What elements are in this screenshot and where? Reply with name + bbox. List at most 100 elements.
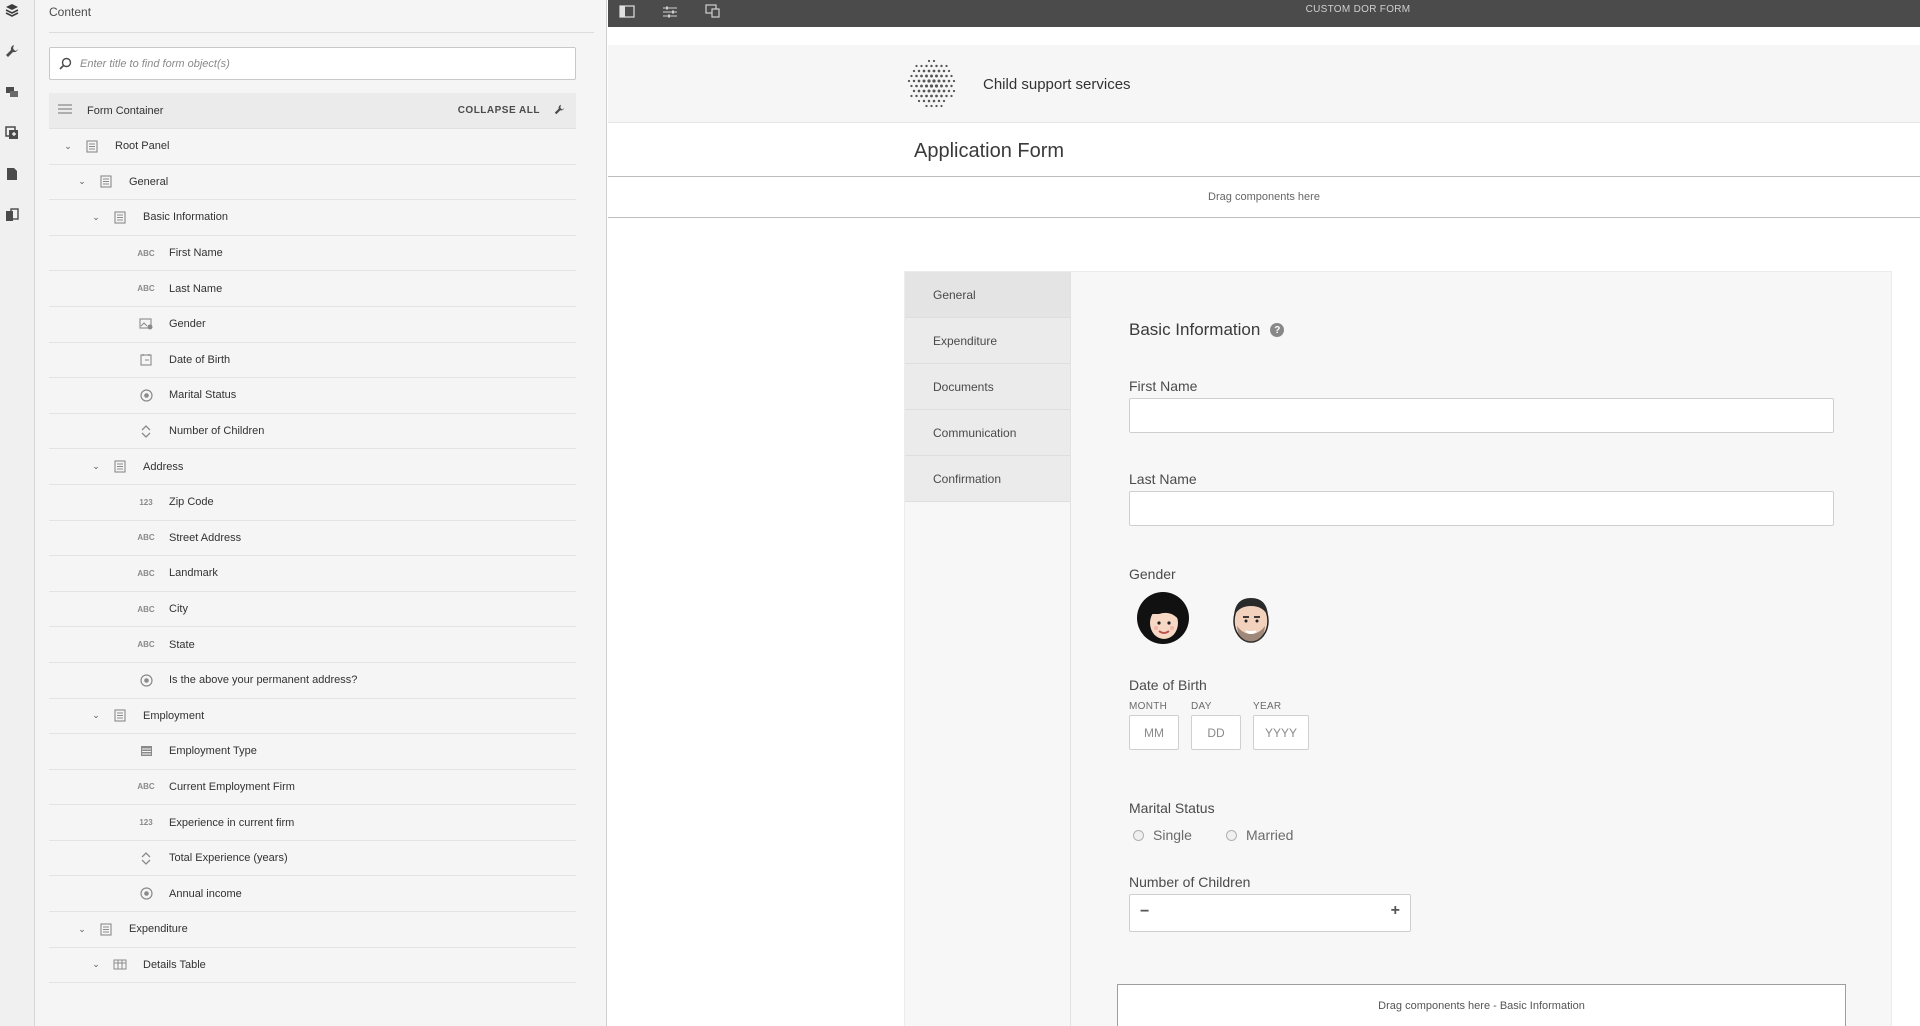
tree-item[interactable]: 123 Experience in current firm [49,805,576,841]
search-box[interactable] [49,47,576,80]
tab-communication[interactable]: Communication [905,410,1070,456]
search-input[interactable] [80,57,560,70]
tree-item[interactable]: Marital Status [49,378,576,414]
dob-day-label: DAY [1191,701,1212,712]
content-tree: Form Container COLLAPSE ALL ⌄ Root Panel ⌄… [49,93,576,984]
tree-item[interactable]: ABC State [49,627,576,663]
help-icon[interactable]: ? [1270,323,1285,337]
first-name-label: First Name [1129,378,1198,394]
tree-item-label: Total Experience (years) [169,852,288,865]
male-avatar-icon[interactable] [1223,590,1279,646]
tree-item[interactable]: ⌄ Root Panel [49,129,576,165]
panel-icon [111,460,129,473]
female-avatar-icon[interactable] [1135,590,1191,646]
wrench-icon[interactable] [4,43,20,59]
tab-documents[interactable]: Documents [905,364,1070,410]
text-field-icon: ABC [137,568,155,578]
dob-year-label: YEAR [1253,701,1282,712]
tree-item[interactable]: Total Experience (years) [49,841,576,877]
tree-item[interactable]: Employment Type [49,734,576,770]
first-name-field[interactable] [1129,398,1834,433]
radio-single[interactable]: Single [1133,827,1192,843]
tree-item[interactable]: ⌄ Basic Information [49,200,576,236]
tree-item-label: Landmark [169,567,218,580]
tabs-divider [1070,272,1071,1026]
tree-item[interactable]: Is the above your permanent address? [49,663,576,699]
chevron-down-icon[interactable]: ⌄ [91,212,101,223]
last-name-field[interactable] [1129,491,1834,526]
form-canvas: Child support services Application Form … [608,27,1920,1026]
text-field-icon: ABC [137,533,155,543]
panel-icon [111,709,129,722]
tree-item-label: Employment Type [169,745,257,758]
children-stepper[interactable]: − + [1129,894,1411,932]
tree-item[interactable]: ABC City [49,592,576,628]
tree-item[interactable]: Number of Children [49,414,576,450]
tab-general[interactable]: General [905,272,1070,318]
tree-header: Form Container COLLAPSE ALL [49,93,576,129]
tree-item[interactable]: Annual income [49,876,576,913]
tab-confirmation[interactable]: Confirmation [905,456,1070,502]
document-icon[interactable] [4,166,20,182]
radio-icon [137,887,155,900]
tree-item-label: Root Panel [115,140,170,153]
drop-zone-top[interactable]: Drag components here [608,176,1920,218]
data-model-icon[interactable] [4,207,20,223]
components-icon[interactable] [4,84,20,100]
form-container-label[interactable]: Form Container [87,105,458,117]
tree-item[interactable]: ⌄ Address [49,449,576,485]
tree-item-label: Zip Code [169,496,214,509]
tree-item[interactable]: ABC Street Address [49,521,576,557]
chevron-down-icon[interactable]: ⌄ [91,710,101,721]
chevron-down-icon[interactable]: ⌄ [63,141,73,152]
header-band: Child support services [608,45,1920,123]
tree-item[interactable]: ⌄ General [49,165,576,201]
dob-year-field[interactable]: YYYY [1253,715,1309,750]
tree-item[interactable]: ABC Landmark [49,556,576,592]
drop-zone-basic-info[interactable]: Drag components here - Basic Information [1117,984,1846,1026]
tab-expenditure[interactable]: Expenditure [905,318,1070,364]
tree-item[interactable]: ABC Current Employment Firm [49,770,576,806]
tree-item[interactable]: ⌄ Expenditure [49,912,576,948]
chevron-down-icon[interactable]: ⌄ [77,176,87,187]
tree-item[interactable]: 123 Zip Code [49,485,576,521]
stepper-icon [137,424,155,438]
tree-item-label: Number of Children [169,425,265,438]
chevron-down-icon[interactable]: ⌄ [91,959,101,970]
numeric-field-icon: 123 [139,497,153,507]
tree-item[interactable]: Date of Birth [49,343,576,379]
form-name: CUSTOM DOR FORM [1305,4,1411,15]
panel-title: Content [49,5,92,19]
layers-icon[interactable] [4,2,20,18]
tree-item[interactable]: Gender [49,307,576,343]
minus-icon[interactable]: − [1140,903,1149,921]
chevron-down-icon[interactable]: ⌄ [91,461,101,472]
radio-single-dot[interactable] [1133,829,1144,841]
tree-item[interactable]: ABC First Name [49,236,576,272]
tree-item-label: Marital Status [169,389,237,402]
dropdown-icon [137,745,155,757]
radio-married-dot[interactable] [1226,829,1237,841]
editor-toolbar: CUSTOM DOR FORM [608,0,1920,27]
last-name-label: Last Name [1129,471,1197,487]
plus-icon[interactable]: + [1391,902,1400,920]
wizard-panel: General Expenditure Documents Communication… [904,271,1892,1026]
configure-icon[interactable] [554,102,566,120]
text-field-icon: ABC [137,248,155,258]
tree-item-label: Current Employment Firm [169,780,295,793]
dob-month-field[interactable]: MM [1129,715,1179,750]
tree-item-label: City [169,603,188,616]
dob-day-field[interactable]: DD [1191,715,1241,750]
tree-item[interactable]: ⌄ Details Table [49,948,576,984]
dob-label: Date of Birth [1129,677,1207,693]
children-label: Number of Children [1129,874,1251,890]
tree-rows: ⌄ Root Panel ⌄ General ⌄ Basic Information ABC… [49,129,576,984]
tree-item[interactable]: ABC Last Name [49,271,576,307]
radio-married[interactable]: Married [1226,827,1293,843]
chevron-down-icon[interactable]: ⌄ [77,924,87,935]
stepper-icon [137,851,155,865]
tree-item-label: Employment [143,709,205,722]
tree-item[interactable]: ⌄ Employment [49,699,576,735]
collapse-all-button[interactable]: COLLAPSE ALL [458,105,540,116]
assets-icon[interactable] [4,125,20,141]
